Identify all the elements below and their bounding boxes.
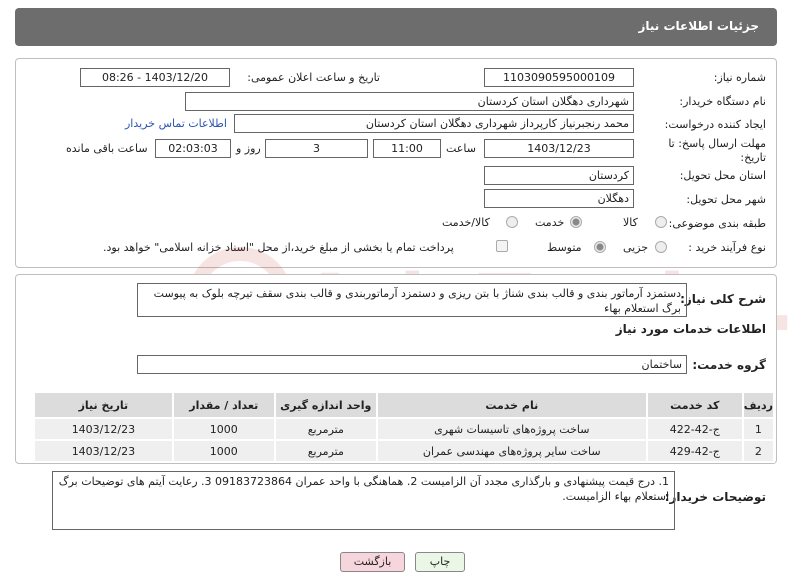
summary-textarea[interactable]: دستمزد آرماتور بندی و قالب بندی شناژ با …: [137, 283, 687, 317]
remaining-time-label: ساعت باقی مانده: [66, 142, 148, 155]
deadline-label-line1: مهلت ارسال پاسخ: تا: [668, 137, 766, 150]
table-row[interactable]: 1 ج-42-422 ساخت پروژه‌های تاسیسات شهری م…: [33, 417, 776, 441]
col-date: تاریخ نیاز: [33, 391, 174, 419]
summary-label: شرح کلی نیاز:: [680, 292, 766, 306]
city-label: شهر محل تحویل:: [686, 193, 766, 206]
requester-field: محمد رنجبرنیاز کارپرداز شهرداری دهگلان ا…: [234, 114, 634, 133]
page-title: جزئیات اطلاعات نیاز: [638, 19, 759, 33]
deadline-date-field: 1403/12/23: [484, 139, 634, 158]
cell-name: ساخت سایر پروژه‌های مهندسی عمران: [375, 439, 648, 463]
buyer-org-field: شهرداری دهگلان استان کردستان: [185, 92, 634, 111]
requester-label: ایجاد کننده درخواست:: [664, 118, 766, 131]
announce-datetime-label: تاریخ و ساعت اعلان عمومی:: [247, 71, 380, 84]
category-goods-service-radio[interactable]: [506, 216, 518, 228]
col-code: کد خدمت: [645, 391, 744, 419]
cell-unit: مترمربع: [273, 439, 378, 463]
service-group-label: گروه خدمت:: [692, 358, 766, 372]
col-name: نام خدمت: [375, 391, 648, 419]
need-info-panel: [15, 58, 777, 268]
buyer-org-label: نام دستگاه خریدار:: [679, 95, 766, 108]
category-label: طبقه بندی موضوعی:: [668, 217, 766, 230]
deadline-days-label: روز و: [236, 142, 261, 155]
cell-code: ج-42-429: [645, 439, 744, 463]
col-row: ردیف: [741, 391, 776, 419]
print-button[interactable]: چاپ: [415, 552, 465, 572]
city-field: دهگلان: [484, 189, 634, 208]
back-button[interactable]: بازگشت: [340, 552, 405, 572]
category-goods-radio[interactable]: [655, 216, 667, 228]
category-goods-label: کالا: [623, 216, 638, 229]
col-unit: واحد اندازه گیری: [273, 391, 378, 419]
cell-qty: 1000: [171, 439, 276, 463]
cell-name: ساخت پروژه‌های تاسیسات شهری: [375, 417, 648, 441]
cell-row: 2: [741, 439, 776, 463]
buyer-contact-link[interactable]: اطلاعات تماس خریدار: [125, 117, 227, 130]
service-group-field: ساختمان: [137, 355, 687, 374]
need-number-field: 1103090595000109: [484, 68, 634, 87]
cell-code: ج-42-422: [645, 417, 744, 441]
col-qty: تعداد / مقدار: [171, 391, 276, 419]
table-row[interactable]: 2 ج-42-429 ساخت سایر پروژه‌های مهندسی عم…: [33, 439, 776, 463]
deadline-days-field: 3: [265, 139, 368, 158]
deadline-label-line2: تاریخ:: [740, 151, 766, 164]
announce-datetime-field: 1403/12/20 - 08:26: [80, 68, 230, 87]
services-table-header: ردیف کد خدمت نام خدمت واحد اندازه گیری ت…: [33, 391, 776, 419]
cell-date: 1403/12/23: [33, 439, 174, 463]
services-section-title: اطلاعات خدمات مورد نیاز: [615, 322, 766, 336]
cell-date: 1403/12/23: [33, 417, 174, 441]
buyer-notes-textarea[interactable]: 1. درج قیمت پیشنهادی و بارگذاری مجدد آن …: [52, 471, 675, 530]
buyer-notes-label: توضیحات خریدار:: [664, 490, 766, 504]
cell-unit: مترمربع: [273, 417, 378, 441]
cell-qty: 1000: [171, 417, 276, 441]
category-goods-service-label: کالا/خدمت: [442, 216, 490, 229]
need-number-label: شماره نیاز:: [713, 71, 766, 84]
category-service-label: خدمت: [535, 216, 565, 229]
province-label: استان محل تحویل:: [679, 169, 766, 182]
services-table: ردیف کد خدمت نام خدمت واحد اندازه گیری ت…: [33, 391, 776, 463]
page-header: جزئیات اطلاعات نیاز: [15, 8, 777, 46]
category-service-radio[interactable]: [570, 216, 582, 228]
remaining-time-field: 02:03:03: [155, 139, 231, 158]
deadline-time-label: ساعت: [446, 142, 476, 155]
cell-row: 1: [741, 417, 776, 441]
province-field: کردستان: [484, 166, 634, 185]
deadline-time-field: 11:00: [373, 139, 441, 158]
